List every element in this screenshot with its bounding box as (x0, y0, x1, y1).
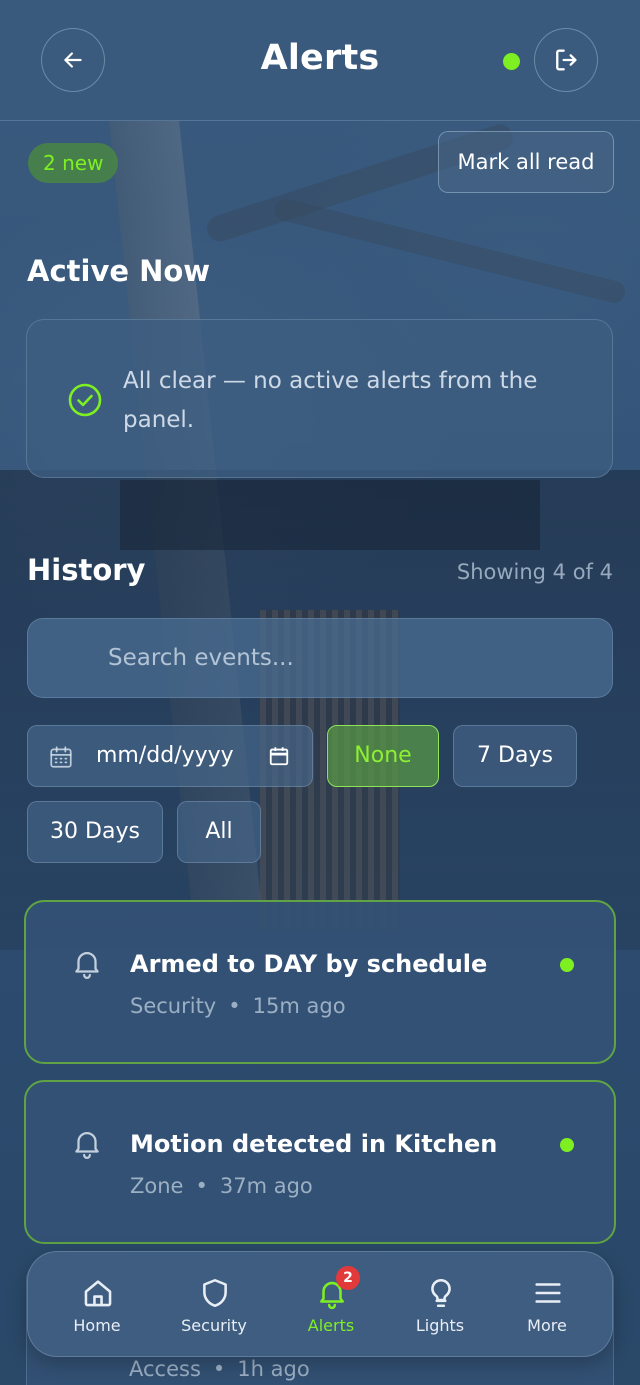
alert-meta: Security • 15m ago (130, 994, 346, 1018)
nav-item-lights[interactable]: Lights (385, 1252, 495, 1358)
filter-all-button[interactable]: All (177, 801, 261, 863)
app-header: Alerts (0, 0, 640, 121)
unread-indicator-dot (560, 958, 574, 972)
alerts-screen: Alerts 2 new Mark all read Active Now Al… (0, 0, 640, 1385)
nav-label-security: Security (181, 1316, 247, 1335)
bell-icon (75, 1132, 99, 1159)
bottom-navigation: Home Security 2 Alerts Lights More (27, 1251, 613, 1357)
history-heading: History (27, 553, 146, 587)
menu-icon (535, 1283, 561, 1303)
alert-category: Zone (130, 1174, 184, 1198)
alert-title: Motion detected in Kitchen (130, 1130, 498, 1158)
date-filter-field[interactable]: mm/dd/yyyy (27, 725, 313, 787)
date-input-text[interactable]: mm/dd/yyyy (96, 743, 234, 768)
all-clear-message: All clear — no active alerts from the pa… (123, 368, 538, 433)
bell-icon (75, 952, 99, 979)
shield-icon (203, 1278, 227, 1308)
nav-item-alerts[interactable]: 2 Alerts (276, 1252, 386, 1358)
calendar-picker-icon[interactable] (268, 745, 290, 767)
logout-button[interactable] (534, 28, 598, 92)
alert-time: 15m ago (252, 994, 346, 1018)
calendar-icon (50, 746, 72, 768)
meta-separator: • (212, 1357, 226, 1381)
results-count: Showing 4 of 4 (456, 560, 613, 584)
filter-7-days-button[interactable]: 7 Days (453, 725, 577, 787)
nav-item-home[interactable]: Home (42, 1252, 152, 1358)
alert-title: Armed to DAY by schedule (130, 950, 488, 978)
lightbulb-icon (431, 1278, 451, 1308)
filter-none-button[interactable]: None (327, 725, 439, 787)
alert-meta: Zone • 37m ago (130, 1174, 313, 1198)
search-input[interactable] (28, 619, 612, 697)
nav-label-more: More (527, 1316, 567, 1335)
logout-icon (556, 49, 577, 71)
active-now-heading: Active Now (27, 254, 211, 288)
alert-category: Security (130, 994, 217, 1018)
home-icon (84, 1280, 112, 1307)
alerts-count-badge: 2 (336, 1266, 360, 1290)
alert-item[interactable]: Motion detected in Kitchen Zone • 37m ago (24, 1080, 616, 1244)
alert-time: 37m ago (219, 1174, 313, 1198)
check-circle-icon (68, 383, 102, 417)
mark-all-read-button[interactable]: Mark all read (438, 131, 614, 193)
nav-label-home: Home (73, 1316, 121, 1335)
new-count-badge: 2 new (28, 143, 119, 183)
nav-label-alerts: Alerts (307, 1316, 355, 1335)
alert-time: 1h ago (237, 1357, 310, 1381)
filter-30-days-button[interactable]: 30 Days (27, 801, 163, 863)
nav-label-lights: Lights (415, 1316, 465, 1335)
nav-item-security[interactable]: Security (159, 1252, 269, 1358)
alert-category: Access (129, 1357, 201, 1381)
nav-item-more[interactable]: More (492, 1252, 602, 1358)
unread-indicator-dot (560, 1138, 574, 1152)
alert-item[interactable]: Armed to DAY by schedule Security • 15m ag… (24, 900, 616, 1064)
alert-meta: Access • 1h ago (129, 1357, 310, 1381)
meta-separator: • (195, 1174, 208, 1198)
all-clear-card: All clear — no active alerts from the pa… (26, 319, 613, 478)
connection-status-dot (503, 53, 520, 70)
search-bar (27, 618, 613, 698)
meta-separator: • (228, 994, 241, 1018)
